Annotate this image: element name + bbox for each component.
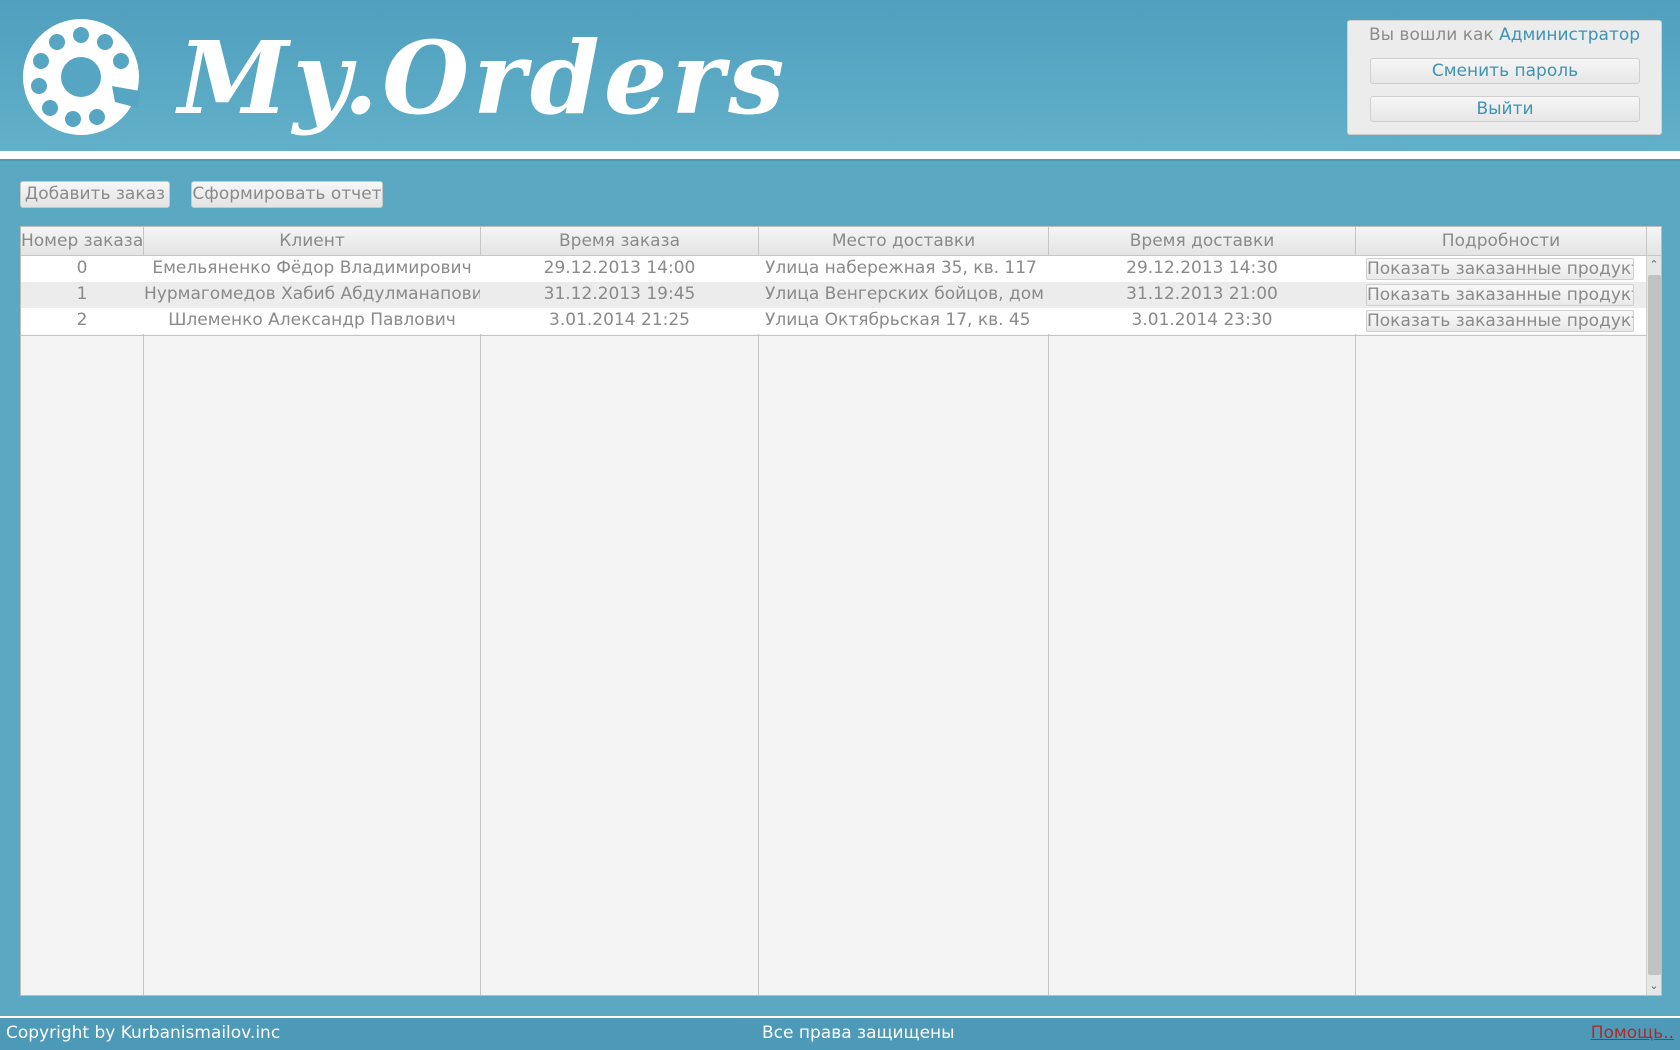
column-divider (1355, 256, 1356, 995)
column-header-order-number[interactable]: Номер заказа (21, 227, 144, 255)
cell-order-time: 3.01.2014 21:25 (549, 310, 690, 330)
rows-divider (21, 335, 1647, 336)
logged-in-user: Администратор (1499, 25, 1641, 45)
column-divider (143, 256, 144, 995)
show-ordered-products-button[interactable]: Показать заказанные продукты (1366, 258, 1634, 280)
column-divider (1048, 256, 1049, 995)
rotary-phone-icon (23, 19, 140, 135)
show-ordered-products-button[interactable]: Показать заказанные продукты (1366, 310, 1634, 332)
scroll-up-icon[interactable]: ⌃ (1647, 257, 1661, 273)
cell-client: Емельяненко Фёдор Владимирович (152, 258, 472, 278)
column-divider (758, 256, 759, 995)
rights-text: Все права защищены (762, 1023, 955, 1043)
cell-client: Нурмагомедов Хабиб Абдулманапович (144, 284, 480, 304)
cell-client: Шлеменко Александр Павлович (168, 310, 456, 330)
cell-delivery-time: 31.12.2013 21:00 (1126, 284, 1278, 304)
table-row[interactable]: 2 Шлеменко Александр Павлович 3.01.2014 … (21, 308, 1647, 334)
change-password-button[interactable]: Сменить пароль (1370, 58, 1640, 84)
column-header-delivery-time[interactable]: Время доставки (1049, 227, 1356, 255)
vertical-scrollbar[interactable]: ⌃ ⌄ (1646, 256, 1661, 995)
table-row[interactable]: 0 Емельяненко Фёдор Владимирович 29.12.2… (21, 256, 1647, 282)
cell-delivery-address: Улица Венгерских бойцов, дом 13 (765, 284, 1048, 304)
header-divider-shadow (0, 159, 1680, 161)
scrollbar-thumb[interactable] (1648, 275, 1661, 975)
logged-in-prefix: Вы вошли как (1368, 25, 1500, 45)
logo-text: My.Orders (178, 19, 789, 137)
logout-button[interactable]: Выйти (1370, 96, 1640, 122)
logged-in-text: Вы вошли как Администратор (1348, 25, 1661, 45)
orders-table: Номер заказа Клиент Время заказа Место д… (20, 226, 1662, 996)
cell-order-number: 2 (76, 310, 88, 330)
cell-order-number: 0 (76, 258, 88, 278)
table-row[interactable]: 1 Нурмагомедов Хабиб Абдулманапович 31.1… (21, 282, 1647, 308)
footer: Copyright by Kurbanismailov.inc Все прав… (0, 1018, 1680, 1050)
cell-delivery-address: Улица набережная 35, кв. 117 (765, 258, 1037, 278)
scroll-down-icon[interactable]: ⌄ (1647, 978, 1661, 994)
cell-order-number: 1 (76, 284, 88, 304)
scrollbar-corner (1646, 227, 1661, 256)
login-panel: Вы вошли как Администратор Сменить парол… (1347, 20, 1662, 135)
column-divider (480, 256, 481, 995)
generate-report-button[interactable]: Сформировать отчет (191, 181, 383, 208)
column-header-delivery-address[interactable]: Место доставки (759, 227, 1049, 255)
table-header: Номер заказа Клиент Время заказа Место д… (21, 227, 1647, 256)
copyright-text: Copyright by Kurbanismailov.inc (6, 1023, 281, 1043)
show-ordered-products-button[interactable]: Показать заказанные продукты (1366, 284, 1634, 306)
cell-delivery-time: 3.01.2014 23:30 (1131, 310, 1273, 330)
column-header-details[interactable]: Подробности (1356, 227, 1647, 255)
add-order-button[interactable]: Добавить заказ (20, 181, 170, 208)
column-header-order-time[interactable]: Время заказа (481, 227, 759, 255)
cell-delivery-time: 29.12.2013 14:30 (1126, 258, 1278, 278)
column-header-client[interactable]: Клиент (144, 227, 481, 255)
cell-order-time: 31.12.2013 19:45 (543, 284, 696, 304)
cell-delivery-address: Улица Октябрьская 17, кв. 45 (765, 310, 1031, 330)
help-link[interactable]: Помощь.. (1591, 1023, 1674, 1043)
cell-order-time: 29.12.2013 14:00 (543, 258, 696, 278)
header-divider (0, 151, 1680, 159)
